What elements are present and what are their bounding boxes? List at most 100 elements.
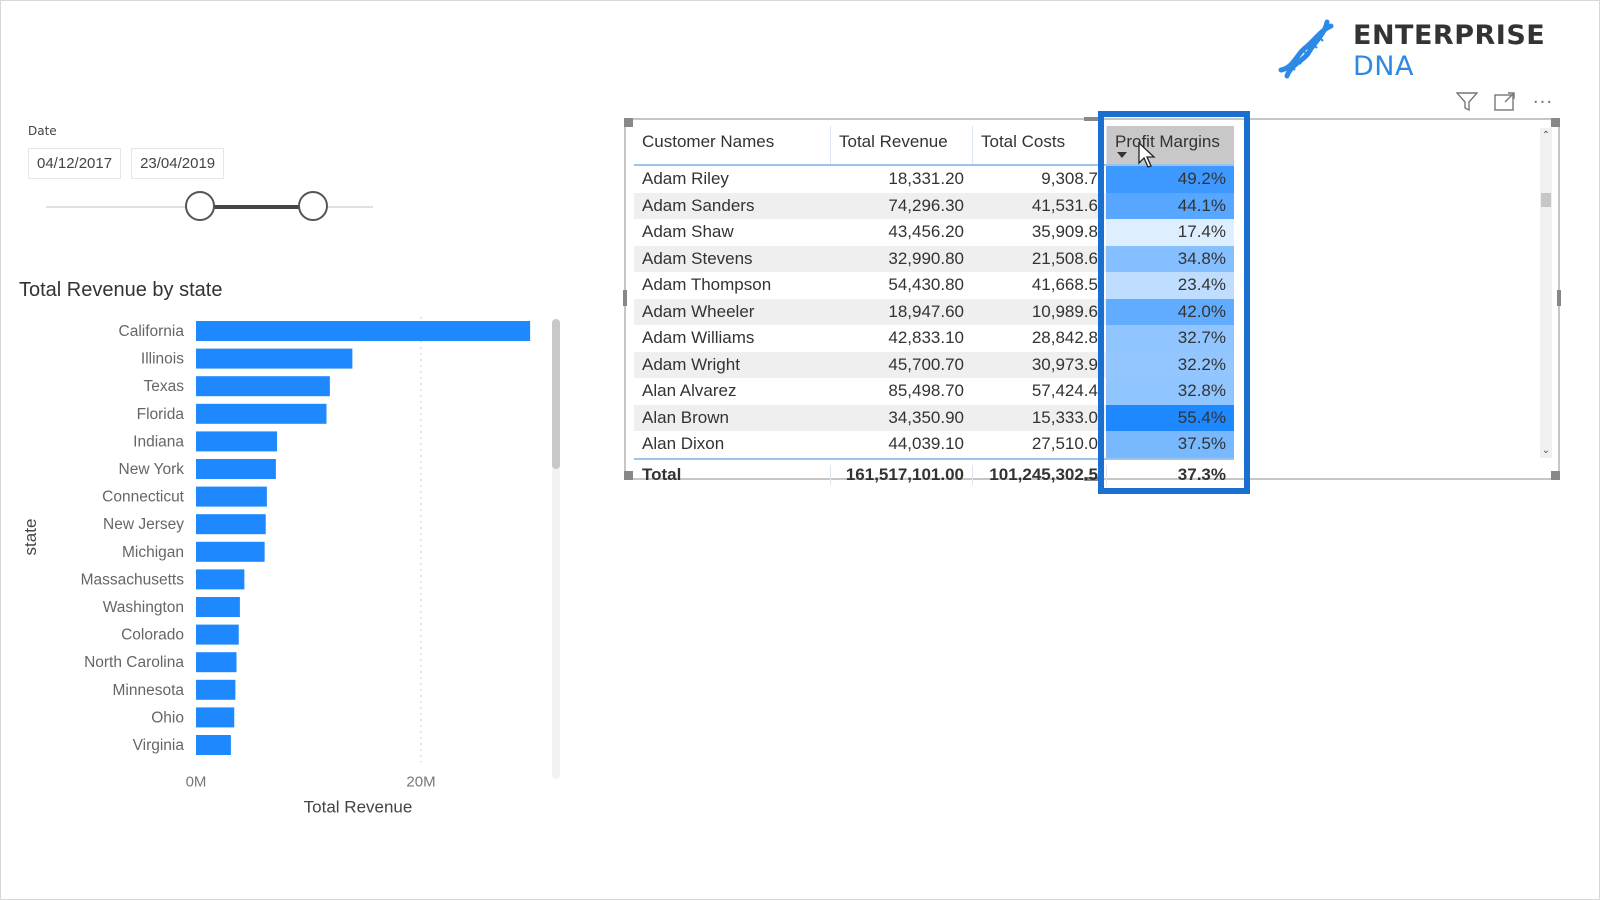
dna-helix-icon <box>1275 18 1337 84</box>
total-revenue-cell: 85,498.70 <box>888 381 964 401</box>
state-label: Florida <box>137 406 185 423</box>
resize-handle-right[interactable] <box>1557 290 1561 306</box>
state-label: North Carolina <box>84 654 184 671</box>
visual-header: ··· <box>1455 90 1555 114</box>
resize-handle-left[interactable] <box>623 290 627 306</box>
filter-icon[interactable] <box>1455 90 1479 114</box>
column-header-total-costs[interactable]: Total Costs <box>972 126 1106 164</box>
state-label: California <box>119 323 185 340</box>
focus-mode-icon[interactable] <box>1493 90 1517 114</box>
x-axis-title: Total Revenue <box>304 798 413 817</box>
bar-illinois[interactable] <box>196 348 353 369</box>
total-label: Total <box>642 464 682 484</box>
table-row[interactable]: Adam Stevens 32,990.80 21,508.6 34.8% <box>634 245 1234 272</box>
bar-washington[interactable] <box>196 597 240 617</box>
table-row[interactable]: Adam Thompson 54,430.80 41,668.5 23.4% <box>634 272 1234 299</box>
resize-corner-tl[interactable] <box>624 118 633 127</box>
state-label: Michigan <box>122 544 184 561</box>
end-date-input[interactable]: 23/04/2019 <box>131 148 225 179</box>
bar-massachusetts[interactable] <box>196 569 245 590</box>
total-costs-cell: 41,668.5 <box>1031 275 1098 295</box>
slider-end-handle[interactable] <box>298 191 328 221</box>
state-label: Minnesota <box>112 682 184 699</box>
table-body: Adam Riley 18,331.20 9,308.7 49.2% Adam Sand… <box>634 166 1234 458</box>
table-row[interactable]: Alan Brown 34,350.90 15,333.0 55.4% <box>634 404 1234 431</box>
customer-name-cell: Adam Wheeler <box>642 301 755 321</box>
customer-name-cell: Adam Stevens <box>642 248 753 268</box>
bar-colorado[interactable] <box>196 624 239 645</box>
customer-name-cell: Adam Shaw <box>642 222 734 242</box>
total-costs-cell: 30,973.9 <box>1031 354 1098 374</box>
customer-name-cell: Alan Brown <box>642 407 729 427</box>
data-table: Customer Names Total Revenue Total Costs… <box>634 126 1234 490</box>
profit-margin-cell: 55.4% <box>1106 404 1234 431</box>
customer-name-cell: Adam Thompson <box>642 275 772 295</box>
profit-margin-cell: 49.2% <box>1106 166 1234 193</box>
table-row[interactable]: Adam Sanders 74,296.30 41,531.6 44.1% <box>634 192 1234 219</box>
more-options-icon[interactable]: ··· <box>1531 90 1555 114</box>
table-row[interactable]: Adam Shaw 43,456.20 35,909.8 17.4% <box>634 219 1234 246</box>
bar-connecticut[interactable] <box>196 486 267 507</box>
bar-california[interactable] <box>196 321 531 341</box>
table-row[interactable]: Adam Williams 42,833.10 28,842.8 32.7% <box>634 325 1234 352</box>
profit-margins-label: Profit Margins <box>1115 132 1220 151</box>
date-range-slider[interactable] <box>28 185 388 229</box>
bar-new-york[interactable] <box>196 459 276 479</box>
logo-brand-main: ENTERPRISE <box>1353 20 1546 51</box>
bar-new-jersey[interactable] <box>196 514 266 535</box>
table-row[interactable]: Alan Alvarez 85,498.70 57,424.4 32.8% <box>634 378 1234 405</box>
chart-scrollbar-thumb[interactable] <box>552 319 560 469</box>
total-revenue-cell: 32,990.80 <box>888 248 964 268</box>
total-revenue-cell: 42,833.10 <box>888 328 964 348</box>
bar-virginia[interactable] <box>196 735 231 755</box>
total-costs-cell: 9,308.7 <box>1041 169 1098 189</box>
slider-start-handle[interactable] <box>185 191 215 221</box>
profit-margin-cell: 34.8% <box>1106 245 1234 272</box>
bar-florida[interactable] <box>196 403 327 424</box>
chart-scrollbar[interactable] <box>552 319 560 779</box>
table-row[interactable]: Adam Wright 45,700.70 30,973.9 32.2% <box>634 351 1234 378</box>
table-row[interactable]: Adam Wheeler 18,947.60 10,989.6 42.0% <box>634 298 1234 325</box>
total-costs-cell: 57,424.4 <box>1031 381 1098 401</box>
column-header-customer-names[interactable]: Customer Names <box>634 126 830 164</box>
total-row: Total 161,517,101.00 101,245,302.5 37.3% <box>634 457 1234 490</box>
column-header-total-revenue[interactable]: Total Revenue <box>830 126 972 164</box>
total-revenue-cell: 45,700.70 <box>888 354 964 374</box>
customer-name-cell: Adam Sanders <box>642 195 755 215</box>
customer-name-cell: Alan Alvarez <box>642 381 737 401</box>
bar-texas[interactable] <box>196 376 330 397</box>
state-label: Indiana <box>133 433 184 450</box>
state-label: New Jersey <box>103 516 184 533</box>
x-tick-label: 0M <box>186 774 207 791</box>
state-label: Ohio <box>151 709 184 726</box>
total-revenue-cell: 54,430.80 <box>888 275 964 295</box>
profit-margin-cell: 37.5% <box>1106 431 1234 458</box>
resize-corner-br[interactable] <box>1551 471 1560 480</box>
profit-margin-cell: 44.1% <box>1106 192 1234 219</box>
logo-brand-accent: DNA <box>1353 51 1414 82</box>
date-slicer: Date 04/12/2017 23/04/2019 <box>28 124 388 229</box>
total-revenue-cell: 34,350.90 <box>888 407 964 427</box>
state-label: Texas <box>144 378 185 395</box>
table-scrollbar-thumb[interactable] <box>1541 193 1551 207</box>
bar-indiana[interactable] <box>196 431 277 452</box>
total-costs-cell: 41,531.6 <box>1031 195 1098 215</box>
column-header-profit-margins[interactable]: Profit Margins <box>1106 126 1234 164</box>
bar-michigan[interactable] <box>196 541 265 562</box>
resize-corner-tr[interactable] <box>1551 118 1560 127</box>
total-revenue-cell: 18,331.20 <box>888 169 964 189</box>
profit-margin-cell: 23.4% <box>1106 272 1234 299</box>
total-profit-margin: 37.3% <box>1106 464 1234 485</box>
bar-minnesota[interactable] <box>196 679 236 700</box>
scroll-down-icon[interactable]: ⌄ <box>1540 445 1552 456</box>
customer-table-visual: Customer Names Total Revenue Total Costs… <box>623 117 1561 485</box>
bar-ohio[interactable] <box>196 707 235 728</box>
start-date-input[interactable]: 04/12/2017 <box>28 148 122 179</box>
scroll-up-icon[interactable]: ⌃ <box>1540 130 1552 141</box>
table-row[interactable]: Alan Dixon 44,039.10 27,510.0 37.5% <box>634 431 1234 458</box>
resize-corner-bl[interactable] <box>624 471 633 480</box>
bar-north-carolina[interactable] <box>196 652 237 673</box>
resize-handle-top[interactable] <box>1084 117 1102 121</box>
total-revenue-cell: 43,456.20 <box>888 222 964 242</box>
table-scrollbar[interactable]: ⌃ ⌄ <box>1540 128 1552 458</box>
